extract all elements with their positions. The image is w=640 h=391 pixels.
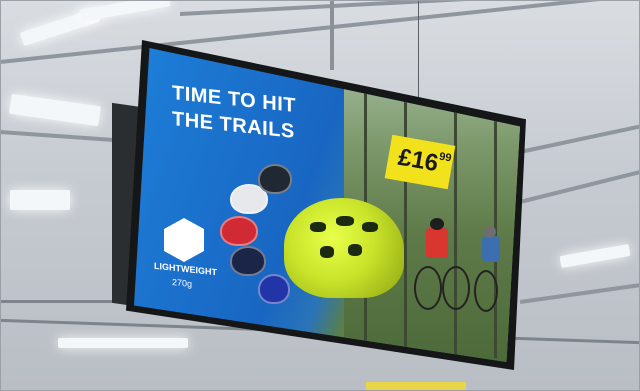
rider-jersey: [482, 236, 500, 262]
ceiling-light: [10, 190, 70, 210]
helmet-vent: [362, 222, 378, 232]
rider-head: [430, 218, 444, 230]
helmet-red: [220, 216, 258, 246]
helmet-vent: [320, 246, 334, 258]
hanging-wire: [330, 0, 334, 70]
helmet-blue: [258, 274, 290, 304]
yellow-sign: [366, 382, 466, 391]
badge-weight: 270g: [172, 276, 193, 290]
badge-label: LIGHTWEIGHT: [154, 260, 217, 278]
ceiling-light: [9, 93, 101, 127]
rail: [0, 300, 120, 303]
bike-wheel: [414, 266, 442, 310]
rider-head: [484, 226, 496, 238]
helmet-vent: [348, 244, 362, 256]
price-cents: 99: [438, 150, 453, 165]
bike-wheel: [442, 266, 470, 310]
helmet-icon: [164, 218, 204, 262]
helmet-vent: [336, 216, 354, 226]
tree: [454, 98, 457, 358]
ceiling-light: [559, 244, 631, 268]
ceiling-light: [58, 338, 188, 348]
ceiling-beam: [519, 168, 640, 204]
store-photo: TIME TO HIT THE TRAILS LIGHTWEIGHT 270g …: [0, 0, 640, 391]
tree: [404, 88, 407, 358]
helmet-black: [258, 164, 292, 194]
ceiling-beam: [519, 281, 640, 304]
helmet-vent: [310, 222, 326, 232]
hanging-wire: [418, 0, 419, 100]
ceiling-beam: [519, 123, 640, 154]
ceiling-light: [79, 0, 171, 22]
ceiling-beam: [0, 130, 130, 144]
bike-wheel: [474, 270, 498, 312]
helmet-navy: [230, 246, 266, 276]
featured-helmet: [284, 198, 404, 298]
price-main: £16: [396, 143, 441, 178]
rider-jersey: [426, 228, 448, 258]
